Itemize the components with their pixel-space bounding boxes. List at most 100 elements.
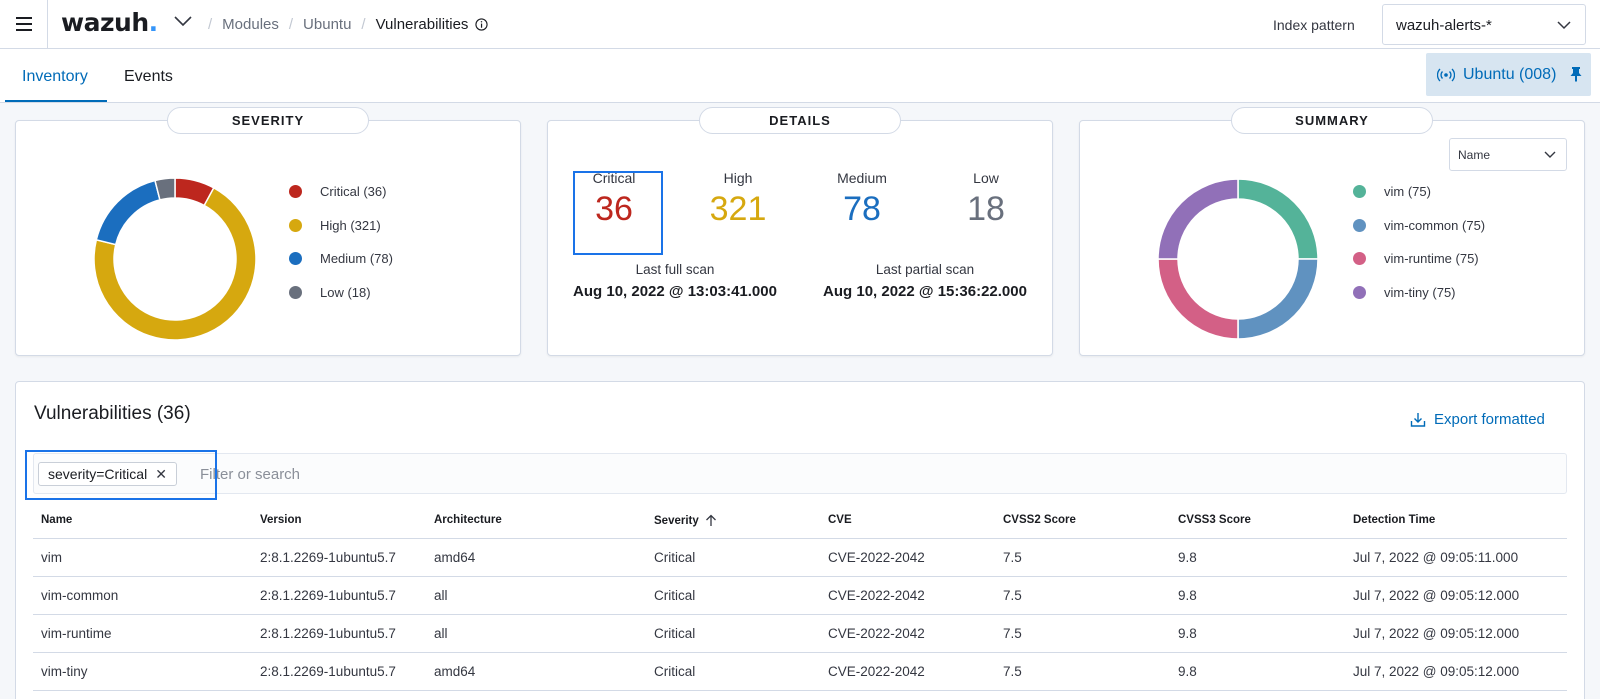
high-label: High — [723, 170, 753, 186]
table-cell: CVE-2022-2042 — [828, 550, 925, 565]
table-cell: 9.8 — [1178, 588, 1197, 603]
column-header-detection-time[interactable]: Detection Time — [1353, 514, 1435, 526]
vulnerabilities-title: Vulnerabilities (36) — [34, 403, 191, 424]
severity-panel-title: SEVERITY — [167, 107, 369, 134]
severity-legend-item[interactable]: Low (18) — [289, 276, 393, 310]
severity-legend-item[interactable]: Critical (36) — [289, 175, 393, 209]
medium-label: Medium — [837, 170, 887, 186]
table-cell: 9.8 — [1178, 626, 1197, 641]
last-partial-scan-label: Last partial scan — [875, 262, 975, 277]
top-header: wazuh. / Modules / Ubuntu / Vulnerabilit… — [0, 0, 1600, 49]
table-cell: Critical — [654, 626, 696, 641]
summary-slice-0[interactable] — [1237, 178, 1319, 260]
index-pattern-select[interactable]: wazuh-alerts-* — [1382, 4, 1586, 45]
table-header-divider — [33, 538, 1567, 539]
legend-label: High (321) — [320, 217, 381, 233]
details-panel-title: DETAILS — [699, 107, 901, 134]
legend-dot-icon — [289, 286, 302, 300]
summary-legend-item[interactable]: vim-runtime (75) — [1353, 242, 1485, 276]
details-high[interactable]: High 321 — [693, 170, 783, 229]
table-cell: Jul 7, 2022 @ 09:05:12.000 — [1353, 664, 1520, 679]
legend-label: vim-tiny (75) — [1384, 285, 1456, 301]
column-header-severity[interactable]: Severity — [654, 514, 717, 527]
severity-legend-item[interactable]: High (321) — [289, 209, 393, 243]
table-cell: Jul 7, 2022 @ 09:05:11.000 — [1353, 550, 1519, 565]
severity-donut-chart — [93, 177, 257, 341]
legend-dot-icon — [1353, 286, 1366, 300]
summary-legend-item[interactable]: vim (75) — [1353, 175, 1485, 209]
table-cell: Jul 7, 2022 @ 09:05:12.000 — [1353, 626, 1520, 641]
menu-button[interactable] — [0, 0, 48, 48]
pin-icon[interactable] — [1569, 66, 1583, 82]
table-cell: 7.5 — [1003, 626, 1022, 641]
legend-dot-icon — [289, 185, 302, 199]
column-header-cvss2-score[interactable]: CVSS2 Score — [1003, 514, 1076, 526]
details-medium[interactable]: Medium 78 — [817, 170, 907, 229]
summary-slice-1[interactable] — [1237, 258, 1319, 340]
severity-legend-item[interactable]: Medium (78) — [289, 242, 393, 276]
wazuh-logo[interactable]: wazuh. — [61, 8, 158, 37]
chevron-down-icon — [1544, 151, 1556, 158]
last-partial-scan-value: Aug 10, 2022 @ 15:36:22.000 — [823, 283, 1027, 300]
table-cell: Critical — [654, 550, 696, 565]
breadcrumb-ubuntu[interactable]: Ubuntu — [303, 16, 351, 33]
details-low[interactable]: Low 18 — [941, 170, 1031, 229]
table-cell[interactable]: vim-common — [41, 588, 118, 603]
table-cell[interactable]: vim-runtime — [41, 626, 112, 641]
column-header-name[interactable]: Name — [41, 514, 72, 526]
filter-highlight-box — [25, 450, 217, 500]
summary-field-select[interactable]: Name — [1449, 138, 1567, 171]
agent-chip[interactable]: Ubuntu (008) — [1426, 53, 1591, 96]
legend-label: Critical (36) — [320, 184, 387, 200]
column-header-architecture[interactable]: Architecture — [434, 514, 502, 526]
export-formatted-button[interactable]: Export formatted — [1410, 411, 1545, 428]
chevron-down-icon — [1557, 21, 1571, 30]
table-cell: 2:8.1.2269-1ubuntu5.7 — [260, 626, 396, 641]
legend-dot-icon — [1353, 218, 1366, 232]
info-icon[interactable] — [475, 18, 489, 31]
table-cell: all — [434, 588, 448, 603]
legend-label: vim-common (75) — [1384, 217, 1486, 233]
column-header-cvss3-score[interactable]: CVSS3 Score — [1178, 514, 1251, 526]
index-pattern-value: wazuh-alerts-* — [1396, 17, 1492, 34]
summary-field-value: Name — [1458, 148, 1491, 162]
table-cell[interactable]: vim — [41, 550, 62, 565]
table-row-divider — [33, 652, 1567, 653]
tab-inventory[interactable]: Inventory — [22, 68, 88, 86]
table-cell[interactable]: vim-tiny — [41, 664, 88, 679]
table-cell: Critical — [654, 588, 696, 603]
low-count: 18 — [967, 190, 1005, 228]
severity-slice-2[interactable] — [95, 179, 161, 246]
breadcrumb-modules[interactable]: Modules — [222, 16, 279, 33]
summary-legend-item[interactable]: vim-common (75) — [1353, 209, 1485, 243]
table-cell: 2:8.1.2269-1ubuntu5.7 — [260, 588, 396, 603]
table-cell: Jul 7, 2022 @ 09:05:12.000 — [1353, 588, 1520, 603]
legend-label: Low (18) — [320, 285, 371, 301]
legend-label: vim-runtime (75) — [1384, 251, 1479, 267]
sort-ascending-icon[interactable] — [705, 514, 717, 527]
table-cell: 7.5 — [1003, 588, 1022, 603]
last-partial-scan: Last partial scan Aug 10, 2022 @ 15:36:2… — [812, 262, 1038, 300]
broadcast-icon — [1437, 68, 1455, 81]
tab-events[interactable]: Events — [124, 68, 173, 86]
table-row-divider — [33, 690, 1567, 691]
summary-slice-3[interactable] — [1157, 178, 1239, 260]
table-cell: CVE-2022-2042 — [828, 626, 925, 641]
legend-dot-icon — [289, 218, 302, 232]
table-cell: 9.8 — [1178, 664, 1197, 679]
legend-dot-icon — [289, 252, 302, 266]
column-header-version[interactable]: Version — [260, 514, 302, 526]
table-cell: 7.5 — [1003, 664, 1022, 679]
table-cell: 2:8.1.2269-1ubuntu5.7 — [260, 550, 396, 565]
table-cell: all — [434, 626, 448, 641]
hamburger-icon — [15, 15, 32, 33]
chevron-down-icon[interactable] — [174, 15, 192, 27]
tabs-bar: Inventory Events Ubuntu (008) — [0, 49, 1600, 103]
column-header-cve[interactable]: CVE — [828, 514, 852, 526]
index-pattern-label: Index pattern — [1273, 17, 1355, 33]
summary-legend-item[interactable]: vim-tiny (75) — [1353, 276, 1485, 310]
summary-slice-2[interactable] — [1157, 258, 1239, 340]
last-full-scan-label: Last full scan — [635, 262, 715, 277]
table-cell: amd64 — [434, 550, 476, 565]
table-cell: CVE-2022-2042 — [828, 588, 925, 603]
